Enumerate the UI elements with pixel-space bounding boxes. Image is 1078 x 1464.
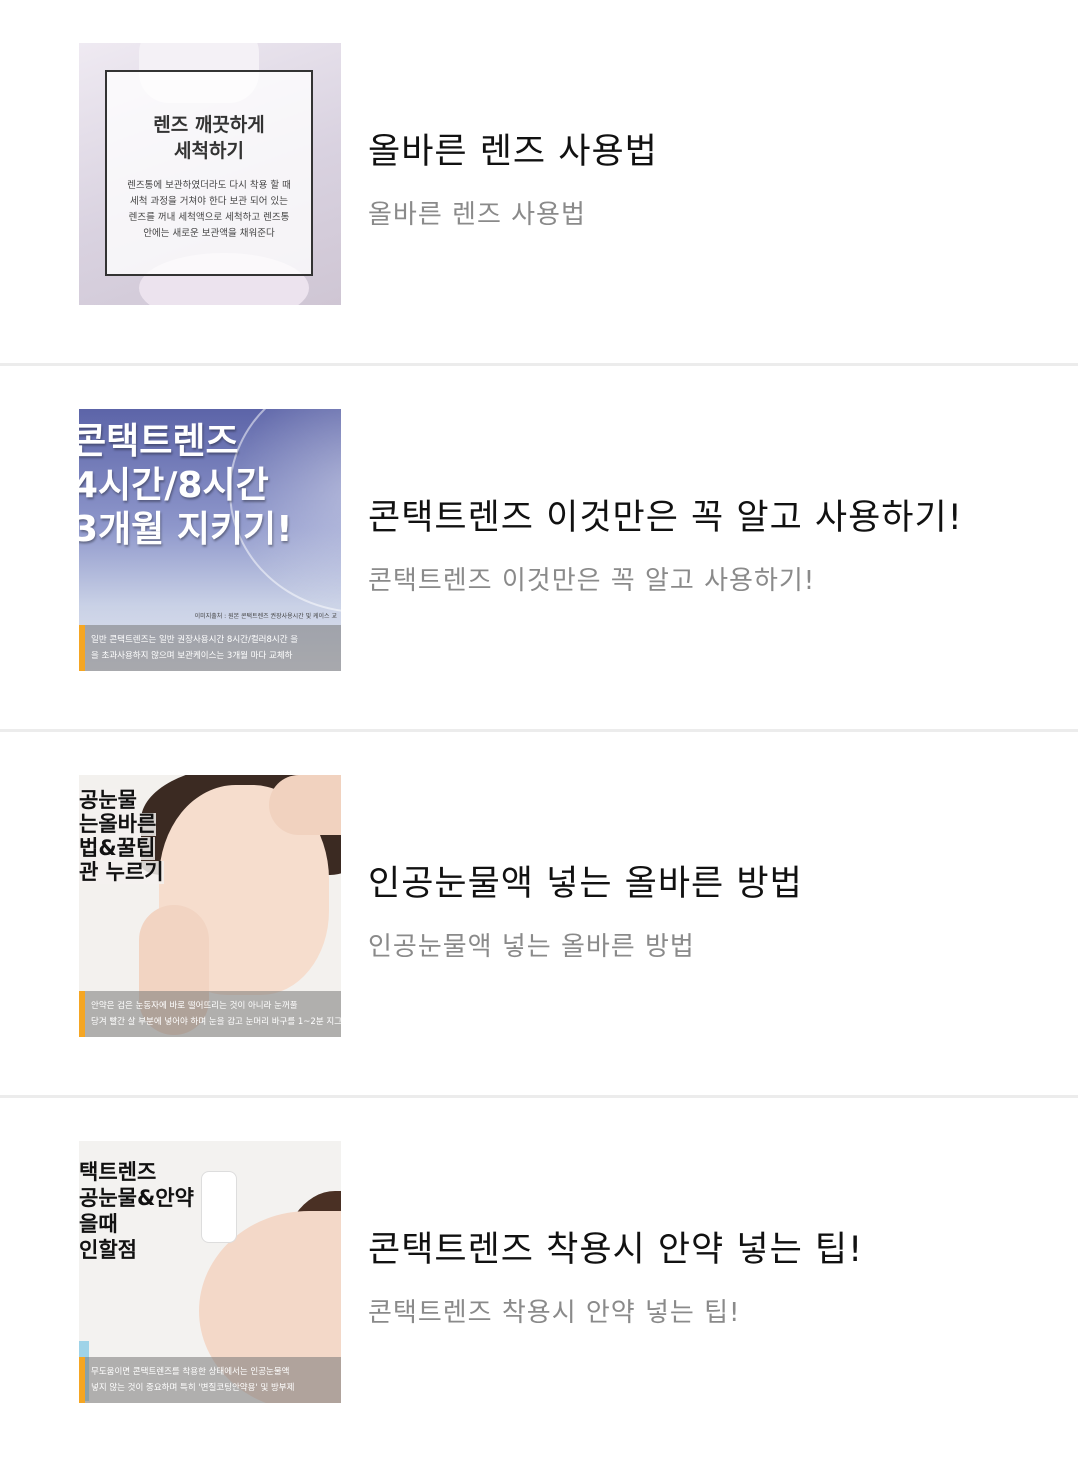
article-thumbnail[interactable]: 콘택트렌즈 4시간/8시간 3개월 지키기! 이미지출처 : 원본 콘택트렌즈 … bbox=[79, 409, 341, 671]
thumbnail-body-line: 렌즈를 꺼내 세척액으로 세척하고 렌즈통 bbox=[128, 212, 290, 223]
article-subtitle: 인공눈물액 넣는 올바른 방법 bbox=[368, 932, 695, 963]
thumbnail-body-line: 안에는 새로운 보관액을 채워준다 bbox=[143, 228, 275, 239]
thumbnail-body-line: 안약은 검은 눈동자에 바로 떨어뜨리는 것이 아니라 눈꺼풀 bbox=[91, 1001, 298, 1011]
article-title[interactable]: 콘택트렌즈 이것만은 꼭 알고 사용하기! bbox=[368, 498, 1038, 538]
thumbnail-heading: 렌즈 깨끗하게 bbox=[153, 114, 265, 136]
article-subtitle: 콘택트렌즈 이것만은 꼭 알고 사용하기! bbox=[368, 566, 816, 597]
thumbnail-heading: 4시간/8시간 bbox=[79, 465, 269, 506]
list-item[interactable]: 렌즈 깨끗하게 세척하기 렌즈통에 보관하였더라도 다시 착용 할 때 세척 과… bbox=[0, 0, 1078, 366]
accent-tab bbox=[79, 625, 85, 671]
thumbnail-body-line: 세척 과정을 거쳐야 한다 보관 되어 있는 bbox=[130, 196, 288, 207]
article-text[interactable]: 콘택트렌즈 이것만은 꼭 알고 사용하기! 콘택트렌즈 이것만은 꼭 알고 사용… bbox=[368, 498, 1038, 597]
article-thumbnail[interactable]: 공눈물 는올바른 법&꿀팁 관 누르기 안약은 검은 눈동자에 바로 떨어뜨리는… bbox=[79, 775, 341, 1037]
thumbnail-heading: 관 누르기 bbox=[79, 860, 164, 884]
thumbnail-heading: 세척하기 bbox=[174, 140, 244, 162]
thumbnail-heading: 3개월 지키기! bbox=[79, 509, 293, 550]
list-item[interactable]: 택트렌즈 공눈물&안약 을때 인할점 무도움이면 콘택트렌즈를 착용한 상태에서… bbox=[0, 1098, 1078, 1464]
thumbnail-heading: 공눈물 bbox=[79, 788, 137, 812]
thumbnail-body-line: 당겨 빨간 살 부분에 넣어야 하며 눈을 감고 눈머리 바구를 1~2분 지그 bbox=[91, 1017, 341, 1027]
accent-tab bbox=[79, 1357, 85, 1403]
article-text[interactable]: 콘택트렌즈 착용시 안약 넣는 팁! 콘택트렌즈 착용시 안약 넣는 팁! bbox=[368, 1230, 1038, 1329]
article-subtitle: 콘택트렌즈 착용시 안약 넣는 팁! bbox=[368, 1298, 741, 1329]
thumbnail-caption-band: 안약은 검은 눈동자에 바로 떨어뜨리는 것이 아니라 눈꺼풀 당겨 빨간 살 … bbox=[79, 991, 341, 1037]
thumbnail-body-line: 넣지 않는 것이 중요하며 특히 '변질코팅안약용' 및 방부제 bbox=[91, 1383, 295, 1393]
article-title[interactable]: 올바른 렌즈 사용법 bbox=[368, 132, 1038, 172]
article-thumbnail[interactable]: 택트렌즈 공눈물&안약 을때 인할점 무도움이면 콘택트렌즈를 착용한 상태에서… bbox=[79, 1141, 341, 1403]
thumbnail-source-note: 이미지출처 : 원본 콘택트렌즈 권장사용시간 및 케이스 교 bbox=[194, 613, 337, 620]
article-title[interactable]: 콘택트렌즈 착용시 안약 넣는 팁! bbox=[368, 1230, 1038, 1270]
article-list: 렌즈 깨끗하게 세척하기 렌즈통에 보관하였더라도 다시 착용 할 때 세척 과… bbox=[0, 0, 1078, 1464]
article-subtitle: 올바른 렌즈 사용법 bbox=[368, 200, 586, 231]
thumbnail-heading: 공눈물&안약 bbox=[79, 1186, 194, 1210]
thumbnail-body-line: 렌즈통에 보관하였더라도 다시 착용 할 때 bbox=[127, 180, 291, 191]
thumbnail-body-line: 무도움이면 콘택트렌즈를 착용한 상태에서는 인공눈물액 bbox=[91, 1367, 290, 1377]
thumbnail-caption-band: 무도움이면 콘택트렌즈를 착용한 상태에서는 인공눈물액 넣지 않는 것이 중요… bbox=[79, 1357, 341, 1403]
model-hand-graphic bbox=[269, 775, 341, 835]
thumbnail-heading: 택트렌즈 bbox=[79, 1160, 157, 1184]
accent-tab bbox=[79, 991, 85, 1037]
thumbnail-caption-band: 일반 콘택트렌즈는 일반 권장사용시간 8시간/컬러8시간 을 을 초과사용하지… bbox=[79, 625, 341, 671]
list-item[interactable]: 콘택트렌즈 4시간/8시간 3개월 지키기! 이미지출처 : 원본 콘택트렌즈 … bbox=[0, 366, 1078, 732]
thumbnail-caption-box: 렌즈 깨끗하게 세척하기 렌즈통에 보관하였더라도 다시 착용 할 때 세척 과… bbox=[105, 70, 313, 276]
list-item[interactable]: 공눈물 는올바른 법&꿀팁 관 누르기 안약은 검은 눈동자에 바로 떨어뜨리는… bbox=[0, 732, 1078, 1098]
article-title[interactable]: 인공눈물액 넣는 올바른 방법 bbox=[368, 864, 1038, 904]
article-text[interactable]: 올바른 렌즈 사용법 올바른 렌즈 사용법 bbox=[368, 132, 1038, 231]
thumbnail-heading: 법&꿀팁 bbox=[79, 836, 156, 860]
article-text[interactable]: 인공눈물액 넣는 올바른 방법 인공눈물액 넣는 올바른 방법 bbox=[368, 864, 1038, 963]
thumbnail-body-line: 을 초과사용하지 않으며 보관케이스는 3개월 마다 교체하 bbox=[91, 651, 293, 661]
thumbnail-body-line: 일반 콘택트렌즈는 일반 권장사용시간 8시간/컬러8시간 을 bbox=[91, 635, 299, 645]
thumbnail-heading: 을때 bbox=[79, 1212, 118, 1236]
thumbnail-heading: 인할점 bbox=[79, 1238, 137, 1262]
thumbnail-heading: 는올바른 bbox=[79, 812, 157, 836]
article-thumbnail[interactable]: 렌즈 깨끗하게 세척하기 렌즈통에 보관하였더라도 다시 착용 할 때 세척 과… bbox=[79, 43, 341, 305]
thumbnail-heading: 콘택트렌즈 bbox=[79, 421, 239, 462]
eye-drop-bottle-graphic bbox=[201, 1171, 237, 1243]
